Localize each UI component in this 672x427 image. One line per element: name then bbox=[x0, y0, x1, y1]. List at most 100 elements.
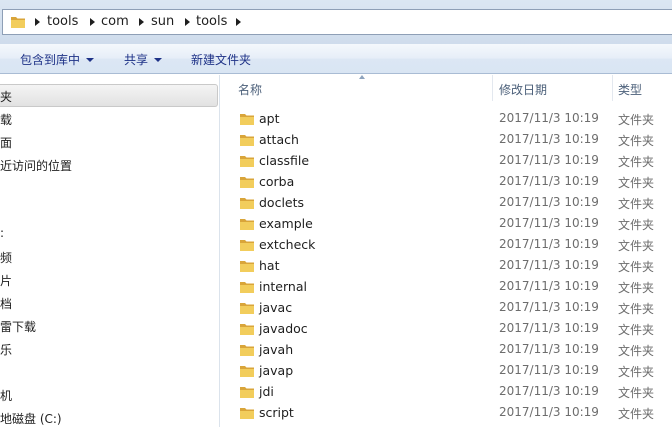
file-name: doclets bbox=[259, 195, 305, 210]
file-date: 2017/11/3 10:19 bbox=[499, 258, 599, 272]
file-row[interactable]: attach 2017/11/3 10:19 文件夹 bbox=[221, 129, 672, 150]
file-name: javah bbox=[259, 342, 294, 357]
folder-icon bbox=[240, 387, 254, 398]
share-button[interactable]: 共享 bbox=[124, 51, 163, 68]
file-row[interactable]: javadoc 2017/11/3 10:19 文件夹 bbox=[221, 318, 672, 339]
file-type: 文件夹 bbox=[618, 239, 655, 253]
file-type: 文件夹 bbox=[618, 407, 655, 421]
file-row[interactable]: javap 2017/11/3 10:19 文件夹 bbox=[221, 360, 672, 381]
file-date: 2017/11/3 10:19 bbox=[499, 237, 599, 251]
file-name: script bbox=[259, 405, 294, 420]
nav-item-pictures[interactable]: 片 bbox=[0, 272, 12, 289]
file-type: 文件夹 bbox=[618, 197, 655, 211]
file-row[interactable]: example 2017/11/3 10:19 文件夹 bbox=[221, 213, 672, 234]
file-type: 文件夹 bbox=[618, 260, 655, 274]
nav-item-documents[interactable]: 档 bbox=[0, 295, 12, 312]
file-row[interactable]: extcheck 2017/11/3 10:19 文件夹 bbox=[221, 234, 672, 255]
nav-item-recent-places[interactable]: 近访问的位置 bbox=[0, 157, 72, 174]
file-type: 文件夹 bbox=[618, 365, 655, 379]
file-type: 文件夹 bbox=[618, 113, 655, 127]
file-name: javadoc bbox=[259, 321, 308, 336]
file-date: 2017/11/3 10:19 bbox=[499, 195, 599, 209]
file-row[interactable]: script 2017/11/3 10:19 文件夹 bbox=[221, 402, 672, 423]
file-date: 2017/11/3 10:19 bbox=[499, 111, 599, 125]
file-row[interactable]: javah 2017/11/3 10:19 文件夹 bbox=[221, 339, 672, 360]
nav-item-favorites[interactable]: 夹 bbox=[0, 88, 12, 105]
nav-item-libraries[interactable]: : bbox=[0, 226, 4, 240]
file-date: 2017/11/3 10:19 bbox=[499, 384, 599, 398]
folder-icon bbox=[240, 345, 254, 356]
folder-icon bbox=[240, 219, 254, 230]
file-name: attach bbox=[259, 132, 299, 147]
breadcrumb-com[interactable]: com bbox=[101, 14, 129, 29]
share-label: 共享 bbox=[124, 53, 149, 67]
column-header-date[interactable]: 修改日期 bbox=[499, 81, 547, 98]
file-name: classfile bbox=[259, 153, 310, 168]
new-folder-label: 新建文件夹 bbox=[191, 53, 252, 67]
include-in-library-button[interactable]: 包含到库中 bbox=[20, 51, 95, 68]
file-date: 2017/11/3 10:19 bbox=[499, 153, 599, 167]
column-header-name[interactable]: 名称 bbox=[238, 81, 262, 98]
file-row[interactable]: classfile 2017/11/3 10:19 文件夹 bbox=[221, 150, 672, 171]
chevron-right-icon[interactable] bbox=[185, 18, 190, 26]
folder-icon bbox=[240, 198, 254, 209]
file-type: 文件夹 bbox=[618, 323, 655, 337]
column-divider[interactable] bbox=[612, 75, 613, 101]
file-date: 2017/11/3 10:19 bbox=[499, 405, 599, 419]
file-type: 文件夹 bbox=[618, 176, 655, 190]
file-name: apt bbox=[259, 111, 280, 126]
command-bar: 包含到库中 共享 新建文件夹 bbox=[0, 44, 672, 74]
breadcrumb-sun[interactable]: sun bbox=[151, 14, 174, 29]
file-list: 名称 修改日期 类型 apt 2017/11/3 10:19 文件夹 attach 20… bbox=[221, 75, 672, 427]
nav-item-desktop[interactable]: 面 bbox=[0, 134, 12, 151]
folder-icon bbox=[240, 261, 254, 272]
file-date: 2017/11/3 10:19 bbox=[499, 342, 599, 356]
file-row[interactable]: internal 2017/11/3 10:19 文件夹 bbox=[221, 276, 672, 297]
file-type: 文件夹 bbox=[618, 281, 655, 295]
chevron-right-icon[interactable] bbox=[35, 18, 40, 26]
file-type: 文件夹 bbox=[618, 218, 655, 232]
nav-item-videos[interactable]: 频 bbox=[0, 249, 12, 266]
column-header-type[interactable]: 类型 bbox=[618, 81, 642, 98]
folder-icon bbox=[240, 303, 254, 314]
nav-item-local-disk-c[interactable]: 地磁盘 (C:) bbox=[0, 410, 62, 427]
chevron-right-icon[interactable] bbox=[90, 18, 95, 26]
file-name: extcheck bbox=[259, 237, 316, 252]
folder-icon bbox=[240, 114, 254, 125]
chevron-right-icon[interactable] bbox=[236, 18, 241, 26]
folder-icon bbox=[240, 282, 254, 293]
nav-selection-highlight bbox=[0, 84, 218, 107]
nav-item-thunder-downloads[interactable]: 雷下载 bbox=[0, 318, 36, 335]
file-date: 2017/11/3 10:19 bbox=[499, 132, 599, 146]
file-row[interactable]: apt 2017/11/3 10:19 文件夹 bbox=[221, 108, 672, 129]
file-type: 文件夹 bbox=[618, 155, 655, 169]
file-type: 文件夹 bbox=[618, 134, 655, 148]
file-row[interactable]: hat 2017/11/3 10:19 文件夹 bbox=[221, 255, 672, 276]
file-name: hat bbox=[259, 258, 280, 273]
file-name: javap bbox=[259, 363, 294, 378]
folder-icon bbox=[240, 366, 254, 377]
folder-icon bbox=[240, 156, 254, 167]
file-date: 2017/11/3 10:19 bbox=[499, 363, 599, 377]
file-name: corba bbox=[259, 174, 295, 189]
address-bar[interactable]: tools com sun tools bbox=[2, 9, 672, 35]
column-divider[interactable] bbox=[492, 75, 493, 101]
file-name: javac bbox=[259, 300, 293, 315]
column-header-row: 名称 修改日期 类型 bbox=[221, 75, 672, 101]
folder-icon bbox=[240, 324, 254, 335]
file-row[interactable]: doclets 2017/11/3 10:19 文件夹 bbox=[221, 192, 672, 213]
nav-item-music[interactable]: 乐 bbox=[0, 341, 12, 358]
new-folder-button[interactable]: 新建文件夹 bbox=[191, 51, 251, 68]
folder-icon bbox=[11, 17, 25, 28]
caret-down-icon bbox=[154, 58, 163, 62]
file-date: 2017/11/3 10:19 bbox=[499, 279, 599, 293]
file-row[interactable]: jdi 2017/11/3 10:19 文件夹 bbox=[221, 381, 672, 402]
nav-item-downloads[interactable]: 载 bbox=[0, 111, 12, 128]
nav-item-computer[interactable]: 机 bbox=[0, 387, 12, 404]
breadcrumb-tools[interactable]: tools bbox=[196, 14, 227, 29]
chevron-right-icon[interactable] bbox=[139, 18, 144, 26]
file-row[interactable]: javac 2017/11/3 10:19 文件夹 bbox=[221, 297, 672, 318]
breadcrumb-tools[interactable]: tools bbox=[47, 14, 78, 29]
file-row[interactable]: corba 2017/11/3 10:19 文件夹 bbox=[221, 171, 672, 192]
file-name: example bbox=[259, 216, 313, 231]
